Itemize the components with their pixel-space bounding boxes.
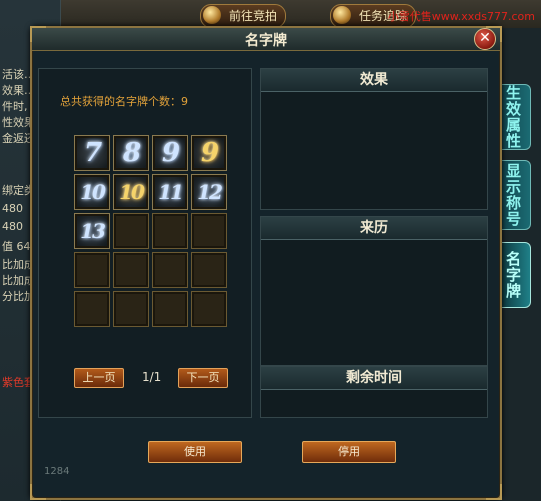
frame-corner: [486, 484, 502, 500]
name-card-glyph: 8: [122, 138, 141, 168]
remaining-time-title: 剩余时间: [261, 367, 487, 390]
auction-button[interactable]: 前往竞拍: [200, 4, 287, 28]
empty-card-slot[interactable]: [191, 213, 227, 249]
name-card-slot[interactable]: 9: [152, 135, 188, 171]
name-card-glyph: 10: [80, 180, 106, 204]
name-card-glyph: 12: [197, 180, 223, 204]
disable-button[interactable]: 停用: [302, 441, 396, 463]
bg-text: 480: [2, 220, 23, 233]
empty-card-slot[interactable]: [74, 291, 110, 327]
auction-orb-icon: [203, 6, 221, 24]
source-section: 来历: [260, 216, 488, 366]
name-card-slot[interactable]: 12: [191, 174, 227, 210]
name-card-slot[interactable]: 9: [191, 135, 227, 171]
empty-card-slot[interactable]: [191, 252, 227, 288]
name-card-slot[interactable]: 8: [113, 135, 149, 171]
empty-card-slot[interactable]: [152, 213, 188, 249]
name-card-glyph: 9: [200, 138, 219, 168]
bottom-number: 1284: [44, 466, 70, 477]
name-card-dialog: 名字牌 ✕ 总共获得的名字牌个数：9 7 8 9 9 10 10 11 12 13 上一页 1/…: [30, 26, 502, 500]
name-card-glyph: 7: [83, 138, 102, 168]
effect-title: 效果: [261, 69, 487, 92]
use-button[interactable]: 使用: [148, 441, 242, 463]
name-card-slot[interactable]: 13: [74, 213, 110, 249]
empty-card-slot[interactable]: [113, 213, 149, 249]
close-button[interactable]: ✕: [474, 28, 496, 50]
card-count-label: 总共获得的名字牌个数：9: [60, 95, 188, 108]
quest-orb-icon: [333, 6, 351, 24]
bg-text: 480: [2, 202, 23, 215]
empty-card-slot[interactable]: [74, 252, 110, 288]
empty-card-slot[interactable]: [113, 252, 149, 288]
name-card-slot[interactable]: 7: [74, 135, 110, 171]
watermark: 小雪代售www.xxds777.com: [387, 10, 535, 23]
name-card-glyph: 10: [119, 180, 145, 204]
dialog-title: 名字牌: [245, 33, 287, 49]
empty-card-slot[interactable]: [152, 252, 188, 288]
close-icon: ✕: [479, 30, 491, 46]
source-title: 来历: [261, 217, 487, 240]
empty-card-slot[interactable]: [113, 291, 149, 327]
empty-card-slot[interactable]: [152, 291, 188, 327]
dialog-title-bar[interactable]: 名字牌: [32, 28, 500, 51]
frame-corner: [30, 484, 46, 500]
remaining-time-section: 剩余时间: [260, 366, 488, 418]
name-card-glyph: 13: [80, 219, 106, 243]
effect-section: 效果: [260, 68, 488, 210]
name-card-slot[interactable]: 11: [152, 174, 188, 210]
name-card-glyph: 9: [161, 138, 180, 168]
prev-page-button[interactable]: 上一页: [74, 368, 124, 388]
name-card-slot[interactable]: 10: [113, 174, 149, 210]
empty-card-slot[interactable]: [191, 291, 227, 327]
next-page-button[interactable]: 下一页: [178, 368, 228, 388]
page-indicator: 1/1: [142, 370, 162, 384]
bg-text: 件时,: [2, 100, 28, 113]
name-card-slot[interactable]: 10: [74, 174, 110, 210]
name-card-grid: 7 8 9 9 10 10 11 12 13: [74, 135, 227, 327]
name-card-glyph: 11: [158, 180, 184, 204]
